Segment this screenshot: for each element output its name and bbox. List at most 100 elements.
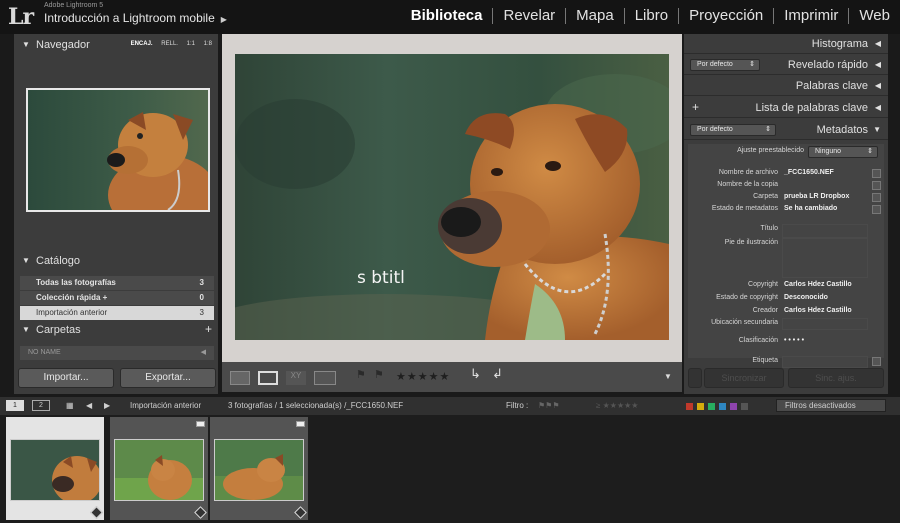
flag-filter-icon[interactable]: ⚑⚑⚑ (538, 401, 560, 410)
collapse-triangle-icon: ▼ (873, 125, 881, 134)
toolbar-menu-icon[interactable]: ▼ (664, 372, 676, 386)
loupe-view: s btitl (222, 34, 682, 362)
field-label: Creador (752, 307, 778, 314)
module-library[interactable]: Biblioteca (401, 8, 494, 24)
sync-settings-button[interactable]: Sinc. ajus. (788, 368, 884, 388)
navigator-preview[interactable] (26, 88, 210, 212)
copyright-status-value[interactable]: Desconocido (784, 294, 828, 301)
export-button[interactable]: Exportar... (120, 368, 216, 388)
survey-view-icon[interactable] (314, 371, 336, 385)
navigator-dog-image (28, 90, 208, 210)
zoom-1-1[interactable]: 1:1 (187, 41, 195, 47)
module-develop[interactable]: Revelar (493, 8, 567, 24)
color-label-swatch[interactable] (719, 403, 726, 410)
file-name-value[interactable]: _FCC1650.NEF (784, 169, 834, 176)
source-path[interactable]: Importación anterior (130, 401, 201, 410)
back-arrow-icon[interactable]: ◀ (86, 401, 92, 410)
list-icon[interactable] (872, 181, 881, 190)
color-label-filters[interactable] (686, 403, 766, 412)
zoom-fit[interactable]: ENCAJ. (131, 41, 153, 47)
thumbnail (10, 439, 100, 501)
color-label-swatch[interactable] (741, 403, 748, 410)
catalog-item-all-photos[interactable]: Todas las fotografías 3 (20, 276, 214, 290)
catalog-item-label: Importación anterior (36, 308, 108, 317)
loupe-view-icon[interactable] (258, 371, 278, 385)
volume-name: NO NAME (28, 349, 61, 356)
selection-info[interactable]: 3 fotografías / 1 seleccionada(s) /_FCC1… (228, 401, 403, 410)
filmstrip-cell[interactable] (210, 417, 308, 520)
caption-field[interactable] (782, 238, 868, 278)
keyword-list-title: Lista de palabras clave (755, 102, 868, 114)
creator-value[interactable]: Carlos Hdez Castillo (784, 307, 852, 314)
catalog-item-quick-collection[interactable]: Colección rápida + 0 (20, 291, 214, 305)
catalog-item-previous-import[interactable]: Importación anterior 3 (20, 306, 214, 320)
histogram-title: Histograma (811, 38, 868, 50)
go-to-folder-icon[interactable] (872, 193, 881, 202)
catalog-name[interactable]: Introducción a Lightroom mobile ▶ (44, 11, 227, 25)
folders-header[interactable]: ▼ Carpetas + (14, 321, 218, 339)
filmstrip-cell[interactable] (6, 417, 104, 520)
zoom-1-8[interactable]: 1:8 (204, 41, 212, 47)
module-slideshow[interactable]: Proyección (679, 8, 775, 24)
add-keyword-button[interactable]: + (692, 100, 699, 114)
forward-arrow-icon[interactable]: ▶ (104, 401, 110, 410)
grid-icon[interactable]: ▦ (66, 401, 74, 410)
reject-flag-icon[interactable]: ⚑ (374, 368, 384, 382)
title-field[interactable] (782, 224, 868, 238)
module-book[interactable]: Libro (625, 8, 680, 24)
field-label: Clasificación (738, 337, 778, 344)
list-icon[interactable] (872, 357, 881, 366)
color-label-swatch[interactable] (708, 403, 715, 410)
rating-filter[interactable]: ≥ ★★★★★ (596, 401, 638, 410)
status-icon[interactable] (872, 205, 881, 214)
field-label: Pie de ilustración (724, 239, 778, 246)
volume-row[interactable]: NO NAME ◀ (20, 346, 214, 360)
main-window-button[interactable]: 1 (6, 400, 24, 411)
collapse-triangle-icon: ▼ (22, 40, 30, 49)
keywords-header[interactable]: Palabras clave ◀ (684, 76, 888, 96)
module-map[interactable]: Mapa (566, 8, 625, 24)
disclosure-triangle-icon: ◀ (200, 349, 206, 356)
toolbar: XY ⚑ ⚑ ★★★★★ ↳ ↲ ▼ (222, 362, 682, 392)
sync-button[interactable]: Sincronizar (704, 368, 784, 388)
zoom-fill[interactable]: RELL. (161, 41, 178, 47)
metadata-preset-select[interactable]: Por defecto ⇕ (690, 124, 776, 136)
folder-value: prueba LR Dropbox (784, 193, 850, 200)
keyword-list-header[interactable]: + Lista de palabras clave ◀ (684, 98, 888, 118)
catalog-header[interactable]: ▼ Catálogo (14, 252, 218, 270)
rating-value[interactable]: • • • • • (784, 337, 804, 344)
select-value: Ninguno (815, 148, 842, 155)
compare-view-icon[interactable]: XY (286, 371, 306, 385)
metadata-preset-value-select[interactable]: Ninguno ⇕ (808, 146, 878, 158)
rotate-right-icon[interactable]: ↲ (492, 366, 508, 381)
secondary-window-button[interactable]: 2 (32, 400, 50, 411)
module-web[interactable]: Web (849, 8, 900, 24)
expand-triangle-icon: ◀ (874, 39, 881, 48)
main-photo[interactable] (235, 54, 669, 340)
rating-stars[interactable]: ★★★★★ (396, 370, 450, 383)
list-icon[interactable] (872, 169, 881, 178)
catalog-item-label: Todas las fotografías (36, 278, 116, 287)
rotate-left-icon[interactable]: ↳ (470, 366, 486, 381)
rating-row: Clasificación • • • • • (688, 336, 888, 348)
import-button[interactable]: Importar... (18, 368, 114, 388)
color-label-swatch[interactable] (730, 403, 737, 410)
navigator-header[interactable]: ▼ Navegador ENCAJ. RELL. 1:1 1:8 (14, 36, 218, 54)
sublocation-field[interactable] (782, 318, 868, 330)
sync-toggle[interactable] (688, 368, 702, 388)
metadata-badge-icon (294, 506, 307, 519)
label-field[interactable] (782, 356, 868, 368)
flag-icon[interactable]: ⚑ (356, 368, 366, 382)
filter-presets-select[interactable]: Filtros desactivados (776, 399, 886, 412)
color-label-swatch[interactable] (697, 403, 704, 410)
field-label: Copyright (748, 281, 778, 288)
histogram-header[interactable]: Histograma ◀ (684, 34, 888, 54)
color-label-swatch[interactable] (686, 403, 693, 410)
copyright-value[interactable]: Carlos Hdez Castillo (784, 281, 852, 288)
lightroom-logo: Lr (8, 4, 34, 30)
add-folder-button[interactable]: + (205, 322, 212, 336)
grid-view-icon[interactable] (230, 371, 250, 385)
module-print[interactable]: Imprimir (774, 8, 850, 24)
quick-develop-preset-select[interactable]: Por defecto ⇕ (690, 59, 760, 71)
filmstrip-cell[interactable] (110, 417, 208, 520)
